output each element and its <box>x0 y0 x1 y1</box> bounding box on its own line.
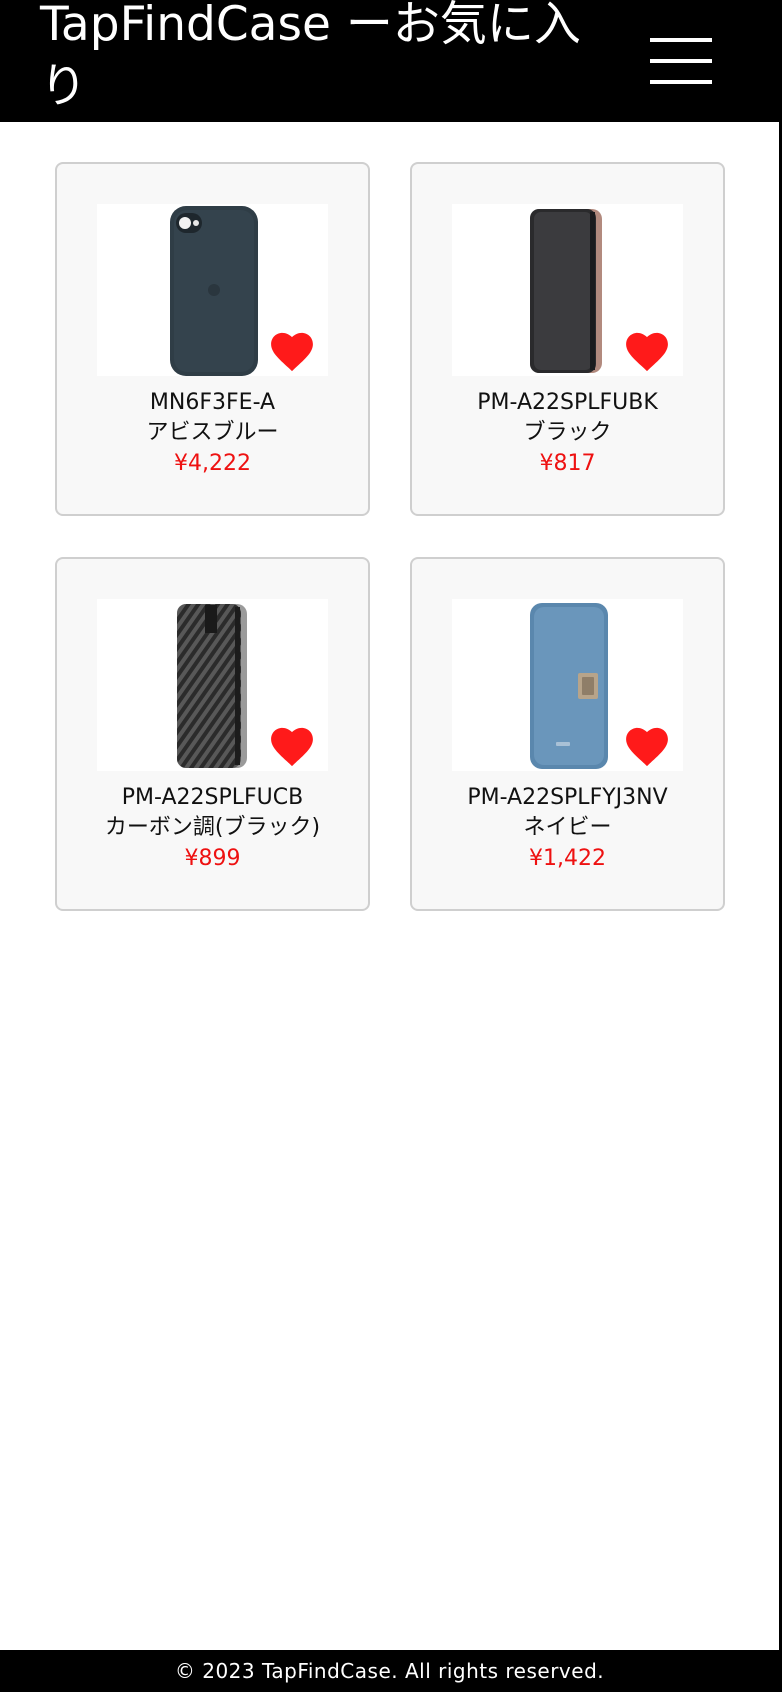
product-model: PM-A22SPLFUCB <box>121 785 304 810</box>
product-card[interactable]: PM-A22SPLFUCB カーボン調(ブラック) ¥899 <box>55 557 370 911</box>
app-header: TapFindCase ーお気に入り <box>0 0 779 122</box>
product-color: ブラック <box>523 420 612 445</box>
hamburger-menu-icon-bar <box>650 80 712 84</box>
product-price: ¥1,422 <box>529 846 606 871</box>
page-title: TapFindCase ーお気に入り <box>40 0 581 114</box>
favorite-heart-icon[interactable] <box>625 727 669 767</box>
product-price: ¥4,222 <box>174 451 251 476</box>
page-footer: © 2023 TapFindCase. All rights reserved. <box>0 1650 779 1692</box>
hamburger-menu-button[interactable] <box>650 38 712 84</box>
copyright-text: © 2023 TapFindCase. All rights reserved. <box>174 1659 605 1683</box>
product-price: ¥899 <box>184 846 241 871</box>
product-card[interactable]: PM-A22SPLFYJ3NV ネイビー ¥1,422 <box>410 557 725 911</box>
product-color: ネイビー <box>523 815 612 840</box>
product-color: カーボン調(ブラック) <box>104 815 321 840</box>
product-model: MN6F3FE-A <box>149 390 276 415</box>
product-color: アビスブルー <box>146 420 279 445</box>
product-image[interactable] <box>452 204 683 376</box>
hamburger-menu-icon-bar <box>650 59 712 63</box>
favorite-heart-icon[interactable] <box>270 332 314 372</box>
product-image[interactable] <box>97 599 328 771</box>
favorites-page: TapFindCase ーお気に入り MN6F3FE-A アビスブルー ¥4,2… <box>0 0 782 1692</box>
product-price: ¥817 <box>539 451 596 476</box>
favorite-heart-icon[interactable] <box>625 332 669 372</box>
product-image[interactable] <box>97 204 328 376</box>
product-card[interactable]: MN6F3FE-A アビスブルー ¥4,222 <box>55 162 370 516</box>
hamburger-menu-icon-bar <box>650 38 712 42</box>
product-image[interactable] <box>452 599 683 771</box>
product-model: PM-A22SPLFYJ3NV <box>467 785 668 810</box>
product-card[interactable]: PM-A22SPLFUBK ブラック ¥817 <box>410 162 725 516</box>
product-model: PM-A22SPLFUBK <box>477 390 658 415</box>
favorite-heart-icon[interactable] <box>270 727 314 767</box>
